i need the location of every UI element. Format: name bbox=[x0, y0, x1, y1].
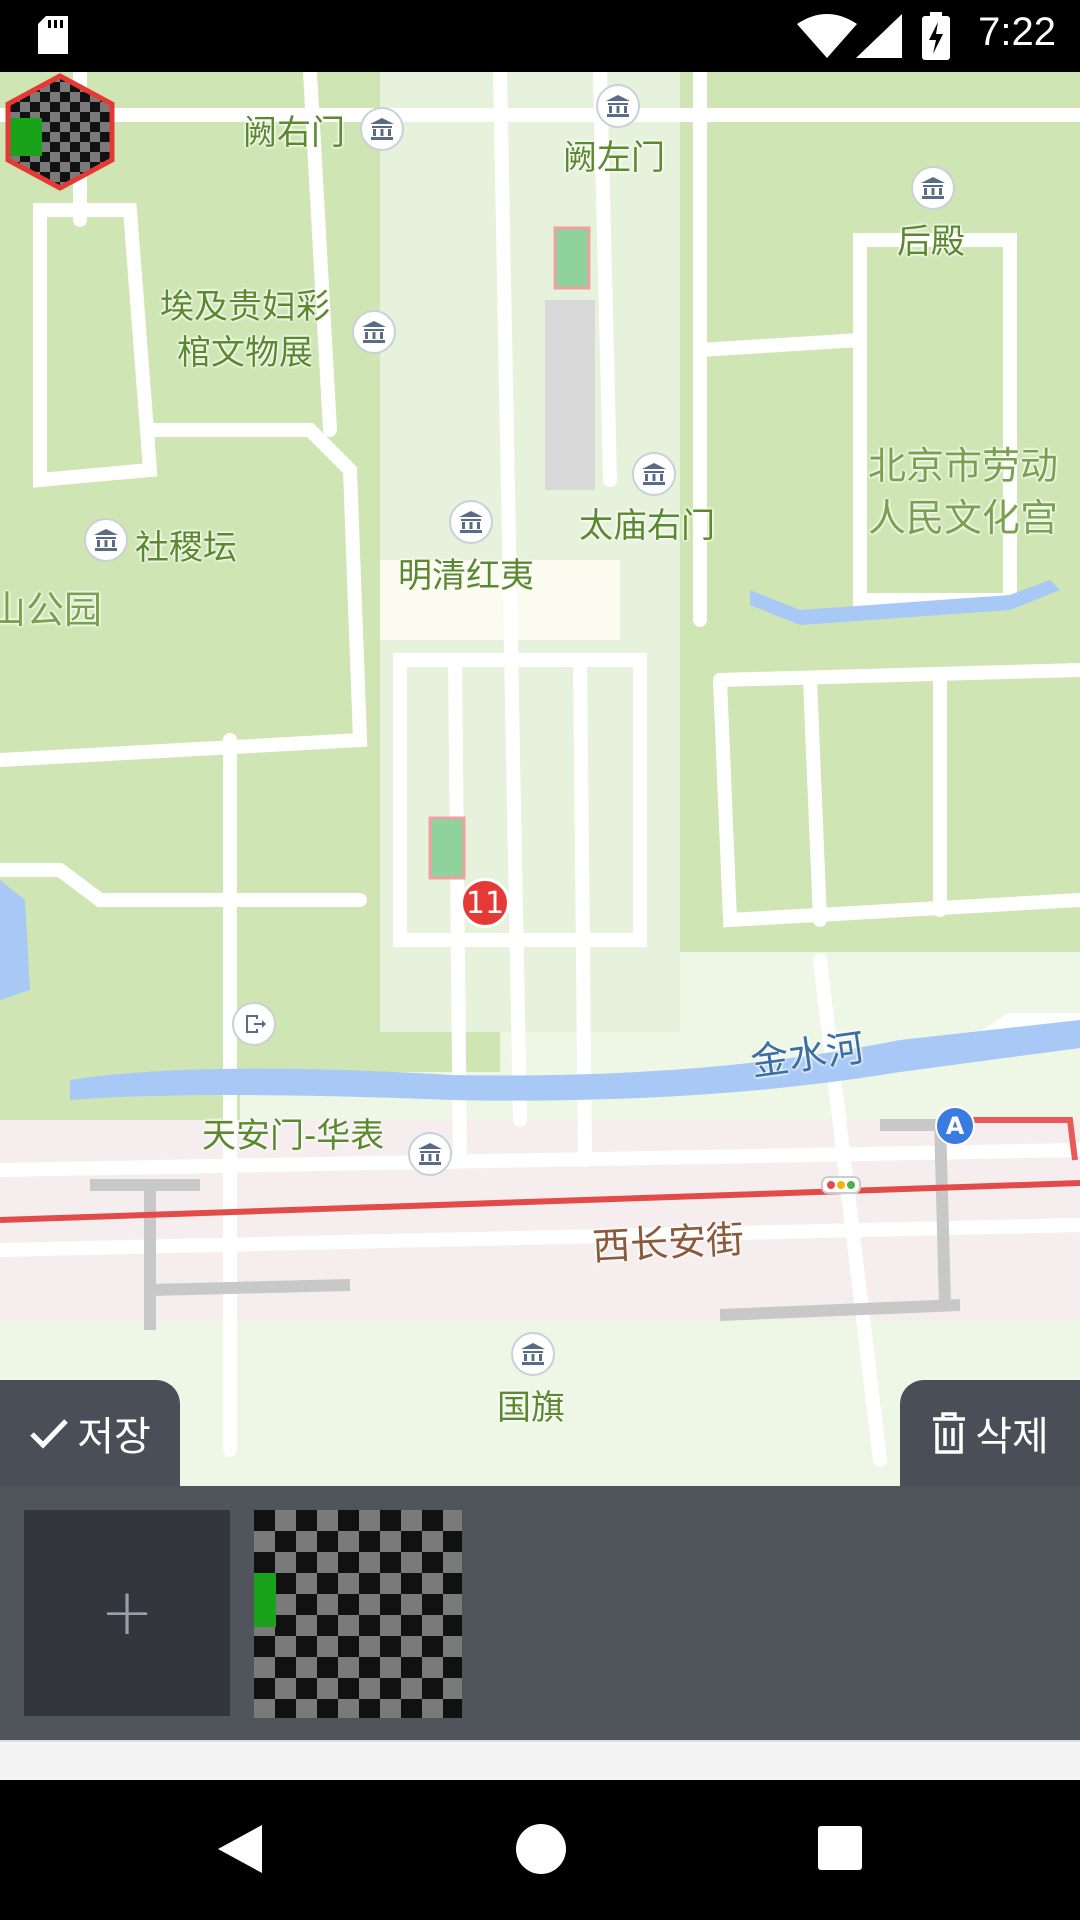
map-label-workers-palace: 北京市劳动 人民文化宫 bbox=[868, 444, 1059, 540]
map-label-quezuomen: 阙左门 bbox=[563, 138, 665, 178]
map-label-queyoumen: 阙右门 bbox=[243, 113, 345, 153]
save-button[interactable]: 저장 bbox=[0, 1380, 180, 1486]
marker-count-badge: 11 bbox=[460, 878, 510, 928]
sd-card-icon bbox=[38, 16, 68, 54]
museum-icon[interactable] bbox=[596, 84, 640, 128]
map-label-shejitan: 社稷坛 bbox=[135, 528, 237, 568]
museum-icon[interactable] bbox=[84, 518, 128, 562]
home-icon[interactable] bbox=[516, 1824, 566, 1874]
museum-icon[interactable] bbox=[408, 1132, 452, 1176]
trash-icon bbox=[933, 1412, 966, 1454]
exit-icon[interactable] bbox=[232, 1002, 276, 1046]
photo-marker-icon[interactable] bbox=[0, 72, 120, 192]
museum-icon[interactable] bbox=[360, 107, 404, 151]
subway-line-label: A bbox=[945, 1112, 965, 1140]
museum-icon[interactable] bbox=[449, 500, 493, 544]
battery-charging-icon bbox=[922, 12, 950, 60]
status-time: 7:22 bbox=[978, 10, 1056, 54]
delete-button[interactable]: 삭제 bbox=[900, 1380, 1080, 1486]
map-label-tiananmen-huabiao: 天安门-华表 bbox=[202, 1116, 385, 1156]
museum-icon[interactable] bbox=[352, 310, 396, 354]
wifi-icon bbox=[797, 14, 857, 58]
check-icon bbox=[30, 1419, 68, 1449]
map-label-houdian: 后殿 bbox=[897, 222, 965, 262]
map-label-west-changan-street: 西长安街 bbox=[591, 1217, 746, 1269]
signal-icon bbox=[856, 14, 902, 58]
photo-tray: + bbox=[0, 1486, 1080, 1740]
map-label-park: 山公园 bbox=[0, 588, 103, 632]
map-label-egypt-exhibit: 埃及贵妇彩 棺文物展 bbox=[160, 287, 330, 373]
museum-icon[interactable] bbox=[632, 452, 676, 496]
subway-station-icon[interactable]: A bbox=[935, 1106, 975, 1146]
museum-icon[interactable] bbox=[511, 1332, 555, 1376]
status-bar: 7:22 bbox=[0, 0, 1080, 72]
map-label-mingqing: 明清红夷 bbox=[398, 556, 534, 596]
back-icon[interactable] bbox=[216, 1823, 264, 1875]
plus-icon: + bbox=[100, 1576, 154, 1650]
museum-icon[interactable] bbox=[911, 166, 955, 210]
add-photo-button[interactable]: + bbox=[24, 1510, 230, 1716]
map-label-national-flag: 国旗 bbox=[497, 1388, 565, 1428]
map-label-taimiao-gate: 太庙右门 bbox=[579, 506, 715, 546]
delete-label: 삭제 bbox=[975, 1414, 1049, 1460]
recent-apps-icon[interactable] bbox=[818, 1826, 862, 1870]
save-label: 저장 bbox=[77, 1414, 151, 1460]
photo-thumbnail[interactable] bbox=[254, 1510, 462, 1718]
bottom-tab-bar bbox=[0, 1740, 1080, 1782]
